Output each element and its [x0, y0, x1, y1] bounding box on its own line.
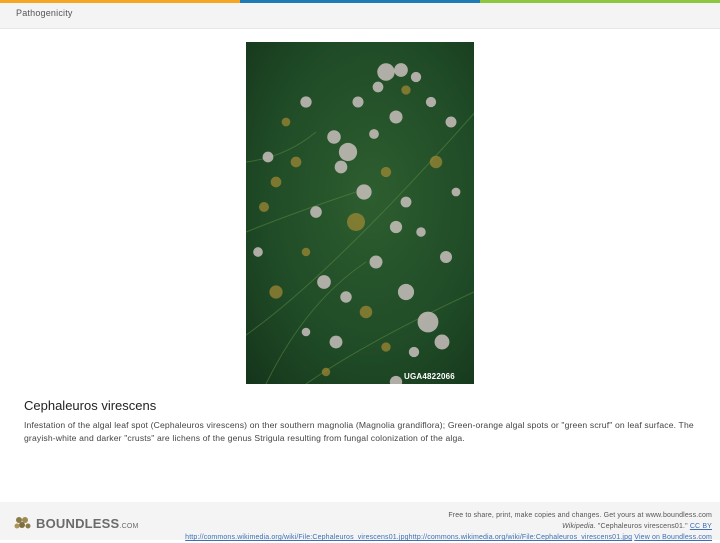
lichen-spot	[451, 187, 461, 197]
lichen-spot	[397, 283, 415, 301]
lichen-spot	[400, 196, 412, 208]
algal-spot	[401, 85, 411, 95]
attribution: Free to share, print, make copies and ch…	[185, 510, 712, 543]
lichen-spot	[340, 291, 352, 303]
lichen-spot	[301, 327, 311, 337]
license-line: Free to share, print, make copies and ch…	[448, 512, 712, 519]
algal-spot	[380, 166, 392, 178]
algal-spot	[381, 342, 391, 352]
figure-description: Infestation of the algal leaf spot (Ceph…	[24, 420, 694, 443]
algal-spot	[347, 213, 365, 231]
lichen-spot	[329, 335, 343, 349]
figure-title: Cephaleuros virescens	[24, 398, 157, 413]
footer: BOUNDLESS.COM Free to share, print, make…	[0, 502, 720, 543]
lichen-spot	[372, 81, 384, 93]
lichen-spot	[356, 184, 372, 200]
algal-spot	[359, 305, 373, 319]
lichen-spot	[416, 227, 426, 237]
lichen-spot	[445, 116, 457, 128]
lichen-spot	[253, 247, 263, 257]
url-line: http://commons.wikimedia.org/wiki/File:C…	[185, 532, 712, 543]
lichen-spot	[377, 63, 395, 81]
lichen-spot	[369, 255, 383, 269]
lichen-spot	[310, 206, 322, 218]
algal-spot	[429, 155, 443, 169]
algal-spot	[258, 201, 270, 213]
algal-spot	[301, 247, 311, 257]
lichen-spot	[338, 142, 358, 162]
lichen-spot	[425, 96, 437, 108]
lichen-spot	[317, 275, 331, 289]
lichen-spot	[417, 311, 439, 333]
source-title: "Cephaleuros virescens01."	[595, 523, 688, 530]
algal-spot	[281, 117, 291, 127]
leaf-photo: UGA4822066	[246, 42, 474, 384]
boundless-logo[interactable]: BOUNDLESS.COM	[14, 515, 139, 531]
logo-text: BOUNDLESS.COM	[36, 515, 139, 531]
lichen-spot	[394, 63, 408, 77]
lichen-spot	[434, 334, 450, 350]
algal-spot	[321, 367, 331, 377]
lichen-spot	[300, 96, 312, 108]
lichen-spot	[327, 130, 341, 144]
lichen-spot	[389, 110, 403, 124]
lichen-spot	[352, 96, 364, 108]
lichen-spot	[408, 346, 420, 358]
algal-spot	[269, 285, 283, 299]
boundless-grape-icon	[14, 517, 31, 529]
lichen-spot	[369, 129, 379, 139]
lichen-spot	[439, 250, 453, 264]
algal-spot	[290, 156, 302, 168]
lichen-spot	[262, 151, 274, 163]
photo-id-badge: UGA4822066	[404, 372, 455, 381]
lichen-spot	[334, 160, 348, 174]
source-name: Wikipedia.	[562, 523, 596, 530]
lichen-spot	[410, 71, 422, 83]
slide-header: Pathogenicity	[0, 3, 720, 29]
slide-title: Pathogenicity	[16, 8, 73, 18]
lichen-spot	[389, 220, 403, 234]
algal-spot	[270, 176, 282, 188]
source-line: Wikipedia. "Cephaleuros virescens01." CC…	[185, 521, 712, 532]
license-link[interactable]: CC BY	[690, 523, 712, 530]
leaf-photo-image	[246, 42, 474, 384]
